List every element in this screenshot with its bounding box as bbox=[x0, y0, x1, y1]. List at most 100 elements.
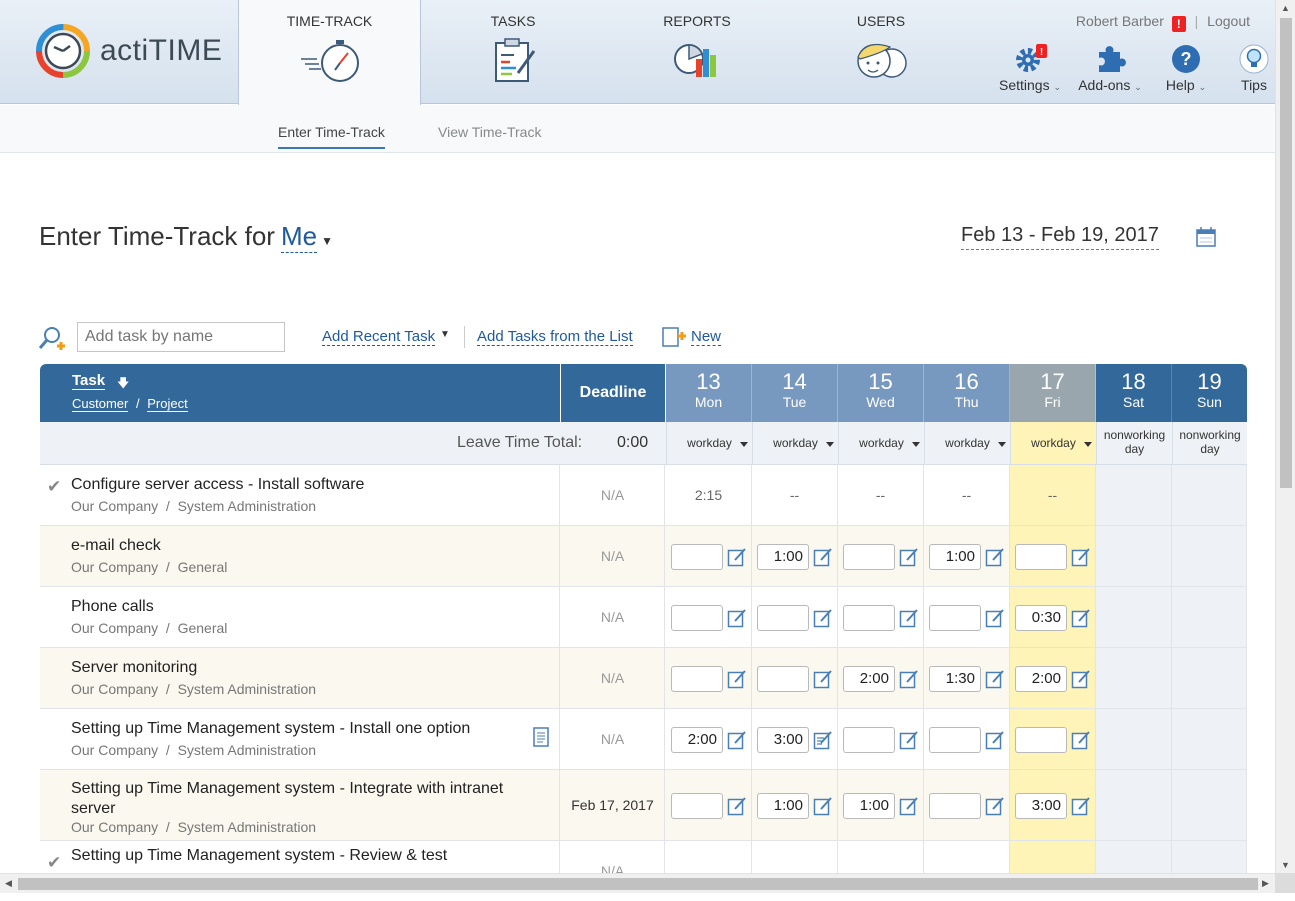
task-sort-link[interactable]: Task bbox=[72, 372, 106, 390]
time-input[interactable] bbox=[671, 666, 723, 692]
vertical-scroll-thumb[interactable] bbox=[1280, 18, 1292, 488]
edit-comment-icon[interactable] bbox=[899, 796, 919, 816]
new-task-icon[interactable] bbox=[662, 326, 686, 348]
day-status-dropdown[interactable]: workday bbox=[1010, 422, 1096, 464]
edit-comment-icon[interactable] bbox=[985, 547, 1005, 567]
scroll-up-icon[interactable]: ▲ bbox=[1281, 3, 1290, 13]
edit-comment-icon[interactable] bbox=[899, 730, 919, 750]
edit-comment-icon[interactable] bbox=[899, 608, 919, 628]
day-status-dropdown[interactable]: workday bbox=[838, 422, 924, 464]
tab-tasks[interactable]: TASKS bbox=[453, 0, 573, 104]
time-input[interactable] bbox=[757, 605, 809, 631]
tab-time-track[interactable]: TIME-TRACK bbox=[238, 0, 421, 105]
time-input[interactable]: 1:00 bbox=[843, 793, 895, 819]
edit-comment-icon[interactable] bbox=[985, 669, 1005, 689]
logout-link[interactable]: Logout bbox=[1207, 13, 1250, 29]
task-name[interactable]: e-mail check bbox=[71, 536, 531, 556]
edit-comment-icon[interactable] bbox=[727, 608, 747, 628]
edit-comment-icon[interactable] bbox=[1071, 547, 1091, 567]
task-name[interactable]: Server monitoring bbox=[71, 658, 531, 678]
time-input[interactable] bbox=[1015, 544, 1067, 570]
edit-comment-icon[interactable] bbox=[899, 669, 919, 689]
edit-comment-icon[interactable] bbox=[985, 608, 1005, 628]
task-search-input[interactable] bbox=[77, 322, 285, 352]
time-input[interactable]: 2:00 bbox=[1015, 666, 1067, 692]
project-sort-link[interactable]: Project bbox=[147, 396, 188, 412]
time-input[interactable]: 2:00 bbox=[843, 666, 895, 692]
tips-button[interactable]: Tips bbox=[1234, 44, 1274, 93]
time-input[interactable]: 1:00 bbox=[929, 544, 981, 570]
time-input[interactable] bbox=[843, 544, 895, 570]
sort-down-icon[interactable]: 🡇 bbox=[117, 374, 129, 395]
help-menu[interactable]: ? Help ⌄ bbox=[1160, 44, 1212, 93]
time-input[interactable]: 2:00 bbox=[671, 727, 723, 753]
user-selector[interactable]: Me bbox=[280, 221, 318, 253]
scroll-right-icon[interactable]: ▶ bbox=[1262, 878, 1269, 889]
edit-comment-icon[interactable] bbox=[813, 608, 833, 628]
scroll-down-icon[interactable]: ▼ bbox=[1281, 860, 1290, 870]
edit-comment-icon[interactable] bbox=[1071, 608, 1091, 628]
user-name[interactable]: Robert Barber bbox=[1076, 13, 1164, 29]
horizontal-scrollbar[interactable]: ◀ ▶ bbox=[0, 873, 1275, 893]
edit-comment-icon[interactable] bbox=[985, 730, 1005, 750]
time-input[interactable]: 3:00 bbox=[1015, 793, 1067, 819]
time-input[interactable] bbox=[929, 793, 981, 819]
edit-comment-icon[interactable] bbox=[1071, 730, 1091, 750]
time-input[interactable] bbox=[929, 727, 981, 753]
addons-menu[interactable]: Add-ons ⌄ bbox=[1078, 44, 1142, 93]
caret-down-icon[interactable]: ▼ bbox=[321, 234, 333, 248]
settings-menu[interactable]: ! Settings ⌄ bbox=[998, 44, 1062, 93]
task-description-icon[interactable] bbox=[533, 727, 549, 747]
time-input[interactable] bbox=[843, 605, 895, 631]
customer-sort-link[interactable]: Customer bbox=[72, 396, 129, 412]
time-input[interactable]: 1:00 bbox=[757, 793, 809, 819]
edit-comment-icon[interactable] bbox=[899, 547, 919, 567]
edit-comment-icon[interactable] bbox=[727, 796, 747, 816]
edit-comment-icon[interactable] bbox=[727, 669, 747, 689]
edit-comment-icon[interactable] bbox=[727, 730, 747, 750]
task-name[interactable]: Setting up Time Management system - Inst… bbox=[71, 719, 531, 739]
time-input[interactable] bbox=[671, 793, 723, 819]
add-recent-task-link[interactable]: Add Recent Task bbox=[322, 328, 436, 346]
new-task-link[interactable]: New bbox=[691, 328, 722, 346]
vertical-scrollbar[interactable]: ▲ ▼ bbox=[1275, 0, 1295, 873]
edit-comment-icon[interactable] bbox=[985, 796, 1005, 816]
edit-comment-icon[interactable] bbox=[813, 796, 833, 816]
tab-users[interactable]: USERS bbox=[821, 0, 941, 104]
subtab-view-time-track[interactable]: View Time-Track bbox=[438, 124, 541, 147]
time-input[interactable]: 0:30 bbox=[1015, 605, 1067, 631]
task-name[interactable]: Phone calls bbox=[71, 597, 531, 617]
date-range-selector[interactable]: Feb 13 - Feb 19, 2017 bbox=[961, 224, 1159, 250]
scroll-left-icon[interactable]: ◀ bbox=[5, 878, 12, 889]
day-status-dropdown[interactable]: workday bbox=[924, 422, 1010, 464]
actitime-logo[interactable]: actiTIME bbox=[36, 24, 226, 82]
time-input[interactable] bbox=[843, 727, 895, 753]
day-status-dropdown[interactable]: workday bbox=[752, 422, 838, 464]
horizontal-scroll-thumb[interactable] bbox=[18, 878, 1258, 890]
deadline-column-header[interactable]: Deadline bbox=[561, 364, 665, 422]
add-tasks-from-list-link[interactable]: Add Tasks from the List bbox=[477, 328, 633, 346]
task-name[interactable]: Setting up Time Management system - Revi… bbox=[71, 846, 531, 866]
time-input[interactable] bbox=[671, 544, 723, 570]
time-input[interactable]: 1:00 bbox=[757, 544, 809, 570]
task-name[interactable]: Configure server access - Install softwa… bbox=[71, 475, 531, 495]
comment-filled-icon[interactable] bbox=[813, 730, 833, 750]
time-input[interactable]: 1:30 bbox=[929, 666, 981, 692]
edit-comment-icon[interactable] bbox=[813, 547, 833, 567]
calendar-icon[interactable] bbox=[1195, 226, 1217, 248]
subtab-enter-time-track[interactable]: Enter Time-Track bbox=[278, 124, 385, 149]
task-name[interactable]: Setting up Time Management system - Inte… bbox=[71, 779, 531, 819]
time-input[interactable]: 3:00 bbox=[757, 727, 809, 753]
user-alert-icon[interactable]: ! bbox=[1171, 16, 1186, 32]
edit-comment-icon[interactable] bbox=[727, 547, 747, 567]
caret-down-icon[interactable]: ▼ bbox=[440, 329, 450, 340]
edit-comment-icon[interactable] bbox=[1071, 669, 1091, 689]
time-input[interactable] bbox=[671, 605, 723, 631]
edit-comment-icon[interactable] bbox=[1071, 796, 1091, 816]
time-input[interactable] bbox=[757, 666, 809, 692]
tab-reports[interactable]: REPORTS bbox=[637, 0, 757, 104]
day-status-dropdown[interactable]: workday bbox=[666, 422, 752, 464]
time-input[interactable] bbox=[1015, 727, 1067, 753]
edit-comment-icon[interactable] bbox=[813, 669, 833, 689]
time-input[interactable] bbox=[929, 605, 981, 631]
